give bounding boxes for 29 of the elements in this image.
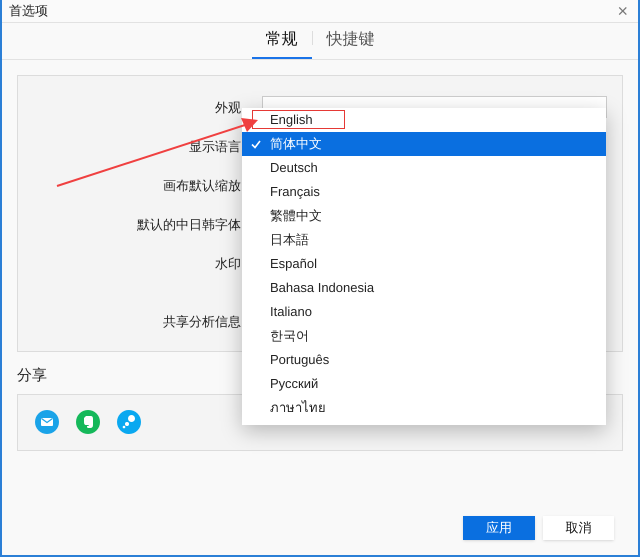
menu-item[interactable]: Русский [242,372,606,396]
menu-item[interactable]: Bahasa Indonesia [242,276,606,300]
window-title: 首选项 [9,2,48,20]
close-button[interactable]: × [617,2,628,20]
menu-item[interactable]: Français [242,180,606,204]
setting-label: 水印 [214,254,242,273]
apply-button[interactable]: 应用 [463,516,535,540]
menu-item[interactable]: Português [242,348,606,372]
setting-label: 画布默认缩放 [162,176,242,195]
mail-icon[interactable] [35,410,59,434]
menu-item[interactable]: 简体中文 [242,132,606,156]
cancel-button[interactable]: 取消 [543,516,614,540]
section-title: 分享 [17,366,47,386]
tab[interactable]: 快捷键 [312,23,388,59]
menu-item[interactable]: English [242,108,606,132]
elephant-icon[interactable] [76,410,100,434]
menu-item[interactable]: 한국어 [242,324,606,348]
menu-item[interactable]: Español [242,252,606,276]
menu-item[interactable]: ภาษาไทย [242,396,606,420]
bubbles-icon[interactable] [117,410,141,434]
menu-item[interactable]: Deutsch [242,156,606,180]
tab[interactable]: 常规 [252,23,312,59]
menu-item[interactable]: Italiano [242,300,606,324]
setting-label: 外观 [214,98,242,117]
menu-item[interactable]: 繁體中文 [242,204,606,228]
setting-label: 共享分析信息 [162,312,242,331]
menu-item[interactable]: 日本語 [242,228,606,252]
setting-label: 默认的中日韩字体 [136,216,242,234]
check-icon [251,140,261,148]
